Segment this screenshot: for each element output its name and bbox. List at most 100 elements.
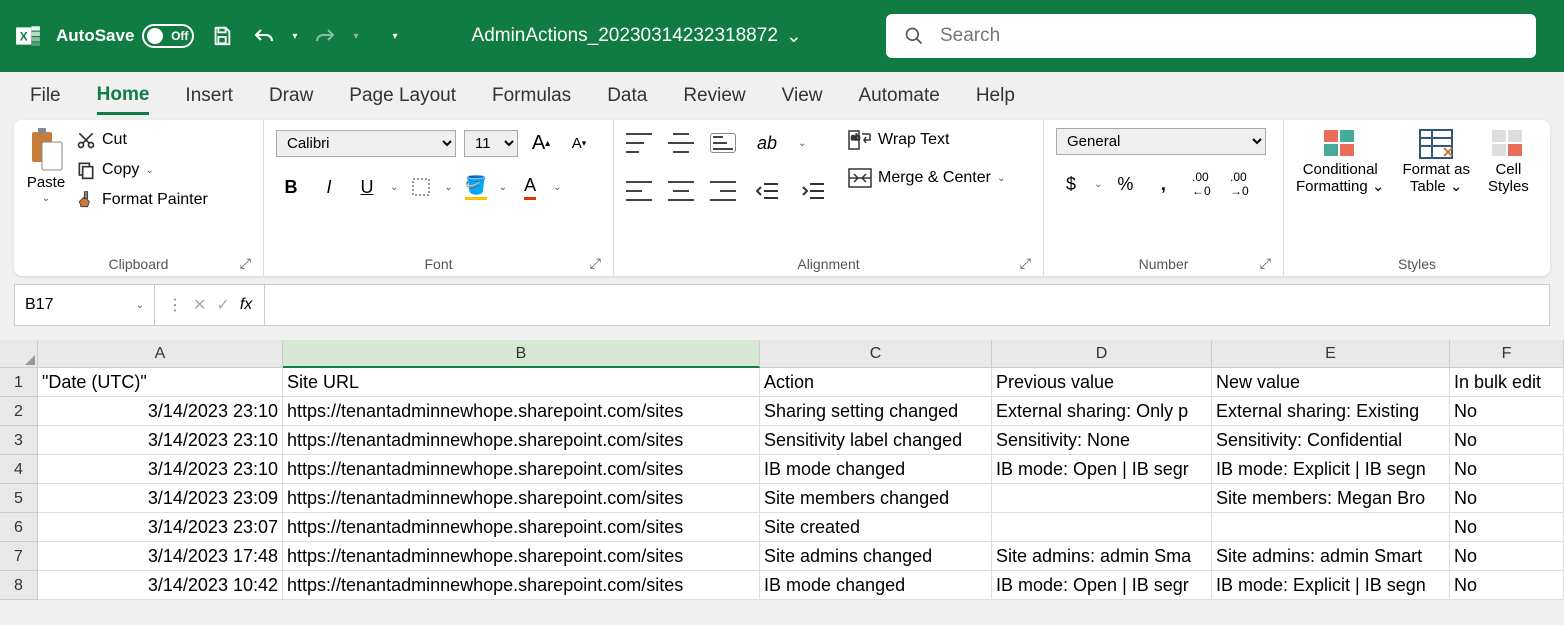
search-box[interactable] (886, 14, 1536, 58)
table-row[interactable]: 3 3/14/2023 23:10 https://tenantadminnew… (0, 426, 1564, 455)
cell-styles-button[interactable]: CellStyles (1488, 128, 1529, 195)
copy-button[interactable]: Copy ⌄ (76, 158, 208, 182)
row-header[interactable]: 7 (0, 542, 38, 571)
chevron-down-icon[interactable]: ⌄ (1094, 179, 1102, 190)
search-input[interactable] (940, 25, 1518, 47)
table-row[interactable]: 4 3/14/2023 23:10 https://tenantadminnew… (0, 455, 1564, 484)
increase-decimal-button[interactable]: .00←0 (1186, 169, 1216, 199)
redo-button[interactable] (311, 22, 339, 50)
cut-button[interactable]: Cut (76, 128, 208, 152)
tab-help[interactable]: Help (976, 79, 1015, 113)
font-color-button[interactable]: A (515, 172, 545, 202)
row-header[interactable]: 3 (0, 426, 38, 455)
align-left-button[interactable] (626, 181, 652, 201)
tab-review[interactable]: Review (683, 79, 745, 113)
align-center-button[interactable] (668, 181, 694, 201)
dialog-launcher-icon[interactable]: ⤢ (240, 255, 251, 272)
ribbon: Paste ⌄ Cut Copy ⌄ Format Painter C (14, 120, 1550, 276)
dialog-launcher-icon[interactable]: ⤢ (1260, 255, 1271, 272)
tab-page-layout[interactable]: Page Layout (349, 79, 456, 113)
autosave-toggle[interactable]: AutoSave Off (56, 24, 194, 48)
col-header-a[interactable]: A (38, 340, 283, 368)
dialog-launcher-icon[interactable]: ⤢ (590, 255, 601, 272)
underline-button[interactable]: U (352, 172, 382, 202)
table-row[interactable]: 1 "Date (UTC)" Site URL Action Previous … (0, 368, 1564, 397)
comma-button[interactable]: , (1148, 169, 1178, 199)
tab-home[interactable]: Home (97, 78, 150, 115)
border-button[interactable] (406, 172, 436, 202)
redo-dropdown-icon[interactable]: ▾ (353, 31, 358, 42)
increase-indent-button[interactable] (798, 176, 828, 206)
number-format-select[interactable]: General (1056, 128, 1266, 155)
row-header[interactable]: 5 (0, 484, 38, 513)
decrease-decimal-button[interactable]: .00→0 (1224, 169, 1254, 199)
undo-button[interactable] (250, 22, 278, 50)
spreadsheet-grid[interactable]: A B C D E F 1 "Date (UTC)" Site URL Acti… (0, 340, 1564, 600)
tab-view[interactable]: View (782, 79, 823, 113)
chevron-down-icon[interactable]: ⌄ (444, 182, 452, 193)
row-header[interactable]: 6 (0, 513, 38, 542)
tab-data[interactable]: Data (607, 79, 647, 113)
search-icon (904, 26, 924, 46)
decrease-indent-button[interactable] (752, 176, 782, 206)
orientation-button[interactable]: ab (752, 128, 782, 158)
tab-draw[interactable]: Draw (269, 79, 313, 113)
col-header-d[interactable]: D (992, 340, 1212, 368)
fill-color-button[interactable]: 🪣 (461, 172, 491, 202)
format-painter-button[interactable]: Format Painter (76, 188, 208, 212)
table-row[interactable]: 7 3/14/2023 17:48 https://tenantadminnew… (0, 542, 1564, 571)
font-size-select[interactable]: 11 (464, 130, 518, 157)
table-row[interactable]: 2 3/14/2023 23:10 https://tenantadminnew… (0, 397, 1564, 426)
align-middle-button[interactable] (668, 133, 694, 153)
wrap-text-button[interactable]: ab Wrap Text (848, 128, 1005, 152)
name-box[interactable]: B17 ⌄ (15, 285, 155, 325)
more-icon[interactable]: ⋮ (167, 295, 183, 315)
table-row[interactable]: 6 3/14/2023 23:07 https://tenantadminnew… (0, 513, 1564, 542)
row-header[interactable]: 4 (0, 455, 38, 484)
merge-center-button[interactable]: Merge & Center ⌄ (848, 166, 1005, 190)
svg-text:X: X (20, 29, 28, 43)
col-header-e[interactable]: E (1212, 340, 1450, 368)
undo-dropdown-icon[interactable]: ▾ (292, 31, 297, 42)
bold-button[interactable]: B (276, 172, 306, 202)
save-button[interactable] (208, 22, 236, 50)
tab-file[interactable]: File (30, 79, 61, 113)
chevron-down-icon[interactable]: ⌄ (499, 182, 507, 193)
increase-font-icon[interactable]: A▴ (526, 128, 556, 158)
fx-icon[interactable]: fx (240, 296, 252, 314)
chevron-down-icon[interactable]: ⌄ (390, 182, 398, 193)
currency-button[interactable]: $ (1056, 169, 1086, 199)
decrease-font-icon[interactable]: A▾ (564, 128, 594, 158)
row-header[interactable]: 8 (0, 571, 38, 600)
align-bottom-button[interactable] (710, 133, 736, 153)
enter-icon[interactable]: ✓ (216, 295, 229, 315)
col-header-c[interactable]: C (760, 340, 992, 368)
tab-insert[interactable]: Insert (185, 79, 233, 113)
dialog-launcher-icon[interactable]: ⤢ (1020, 255, 1031, 272)
select-all-corner[interactable] (0, 340, 38, 368)
col-header-b[interactable]: B (283, 340, 760, 368)
align-right-button[interactable] (710, 181, 736, 201)
table-row[interactable]: 8 3/14/2023 10:42 https://tenantadminnew… (0, 571, 1564, 600)
tab-formulas[interactable]: Formulas (492, 79, 571, 113)
font-name-select[interactable]: Calibri (276, 130, 456, 157)
qat-customize-icon[interactable]: ▾ (392, 31, 397, 42)
autosave-switch[interactable]: Off (142, 24, 194, 48)
format-as-table-button[interactable]: Format asTable ⌄ (1402, 128, 1470, 195)
table-row[interactable]: 5 3/14/2023 23:09 https://tenantadminnew… (0, 484, 1564, 513)
row-header[interactable]: 2 (0, 397, 38, 426)
chevron-down-icon[interactable]: ⌄ (798, 138, 806, 149)
tab-automate[interactable]: Automate (858, 79, 939, 113)
italic-button[interactable]: I (314, 172, 344, 202)
row-header[interactable]: 1 (0, 368, 38, 397)
filename[interactable]: AdminActions_20230314232318872 ⌄ (472, 25, 802, 48)
align-top-button[interactable] (626, 133, 652, 153)
formula-input[interactable] (265, 285, 1549, 325)
paste-button[interactable]: Paste ⌄ (26, 128, 66, 204)
col-header-f[interactable]: F (1450, 340, 1564, 368)
conditional-formatting-button[interactable]: ConditionalFormatting ⌄ (1296, 128, 1384, 195)
cancel-icon[interactable]: ✕ (193, 295, 206, 315)
percent-button[interactable]: % (1110, 169, 1140, 199)
chevron-down-icon: ⌄ (997, 173, 1005, 184)
chevron-down-icon[interactable]: ⌄ (553, 182, 561, 193)
